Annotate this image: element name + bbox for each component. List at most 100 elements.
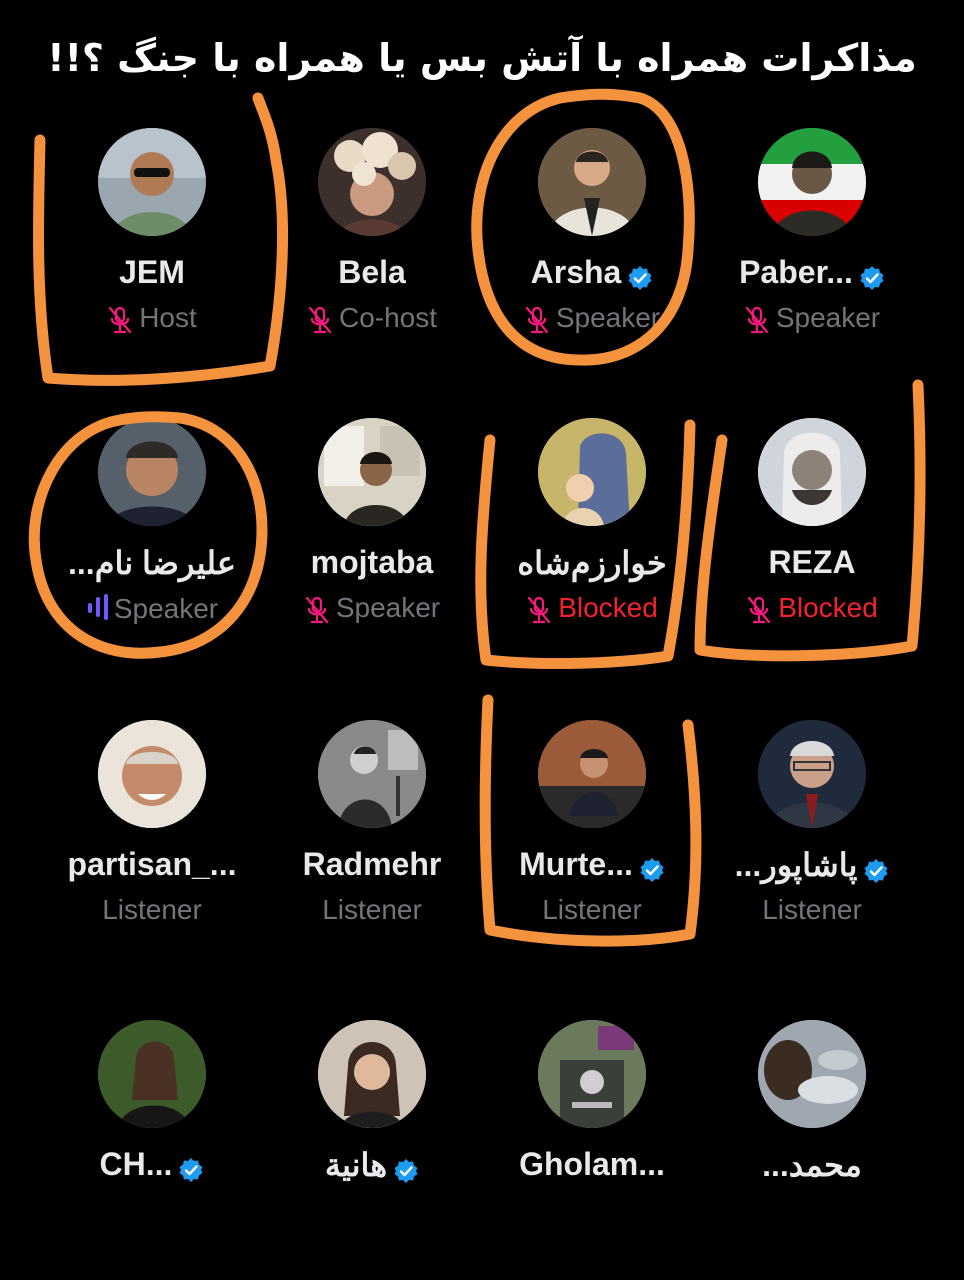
- avatar[interactable]: [318, 1020, 426, 1128]
- participant-name: Gholam...: [482, 1146, 702, 1183]
- avatar[interactable]: [98, 128, 206, 236]
- participant-role-text: Blocked: [778, 592, 878, 623]
- participant-role-text: Speaker: [335, 592, 441, 623]
- participant-card[interactable]: پاشاپور... Listener: [702, 720, 922, 980]
- verified-badge-icon: [393, 1155, 419, 1183]
- participant-card[interactable]: Murte... Listener: [482, 720, 702, 980]
- participant-name: mojtaba: [262, 544, 482, 581]
- participant-role-text: Listener: [102, 894, 202, 925]
- participant-name: پاشاپور...: [702, 846, 922, 884]
- participant-name-text: Radmehr: [302, 846, 442, 882]
- participant-card[interactable]: Bela Co-host: [262, 128, 482, 388]
- participant-card[interactable]: علیرضا نام... Speaker: [42, 418, 262, 678]
- participant-role-text: Listener: [322, 894, 422, 925]
- avatar[interactable]: [538, 128, 646, 236]
- avatar[interactable]: [758, 128, 866, 236]
- participant-role: Host: [42, 302, 262, 335]
- participant-name: Bela: [262, 254, 482, 291]
- participant-card[interactable]: mojtaba Speaker: [262, 418, 482, 678]
- participant-role: Co-host: [262, 302, 482, 335]
- participant-name-text: Bela: [338, 254, 406, 290]
- participant-name-text: Gholam...: [519, 1146, 665, 1182]
- participant-card[interactable]: Radmehr Listener: [262, 720, 482, 980]
- avatar[interactable]: [758, 720, 866, 828]
- mic-muted-icon: [746, 595, 772, 625]
- participant-role-text: Listener: [762, 894, 862, 925]
- participant-name-text: Arsha: [530, 254, 622, 290]
- participant-role: Listener: [702, 894, 922, 926]
- participant-name-text: REZA: [768, 544, 856, 580]
- participant-name: JEM: [42, 254, 262, 291]
- participant-card[interactable]: خوارزم‌شاه Blocked: [482, 418, 702, 678]
- avatar[interactable]: [98, 1020, 206, 1128]
- participant-name: محمد...: [702, 1146, 922, 1184]
- participant-role-text: Speaker: [555, 302, 661, 333]
- avatar[interactable]: [538, 720, 646, 828]
- participant-role: Listener: [262, 894, 482, 926]
- participant-role: Listener: [482, 894, 702, 926]
- participant-name-text: Murte...: [519, 846, 633, 882]
- participant-role: Blocked: [702, 592, 922, 625]
- participant-name: Murte...: [482, 846, 702, 883]
- mic-muted-icon: [307, 305, 333, 335]
- avatar[interactable]: [98, 418, 206, 526]
- participant-card[interactable]: REZA Blocked: [702, 418, 922, 678]
- participant-name: partisan_...: [42, 846, 262, 883]
- participant-role: Speaker: [42, 592, 262, 629]
- participant-card[interactable]: JEM Host: [42, 128, 262, 388]
- verified-badge-icon: [863, 855, 889, 883]
- verified-badge-icon: [178, 1154, 204, 1182]
- avatar[interactable]: [318, 720, 426, 828]
- participant-name-text: خوارزم‌شاه: [517, 545, 667, 581]
- avatar[interactable]: [538, 1020, 646, 1128]
- verified-badge-icon: [859, 262, 885, 290]
- participant-role-text: Speaker: [775, 302, 881, 333]
- participant-role-text: Speaker: [113, 592, 219, 624]
- participant-name: REZA: [702, 544, 922, 581]
- participant-name-text: محمد...: [762, 1147, 862, 1183]
- participant-name-text: mojtaba: [310, 544, 434, 580]
- mic-muted-icon: [107, 305, 133, 335]
- participant-name-text: پاشاپور...: [734, 847, 858, 883]
- mic-muted-icon: [526, 595, 552, 625]
- participant-name-text: علیرضا نام...: [68, 545, 236, 581]
- participant-name: علیرضا نام...: [42, 544, 262, 582]
- participant-name: CH...: [42, 1146, 262, 1183]
- participant-card[interactable]: هانیة: [262, 1020, 482, 1280]
- participant-role: Speaker: [482, 302, 702, 335]
- avatar[interactable]: [538, 418, 646, 526]
- participant-name-text: هانیة: [324, 1147, 388, 1183]
- participant-role: Listener: [42, 894, 262, 926]
- participant-role: Speaker: [262, 592, 482, 625]
- verified-badge-icon: [627, 262, 653, 290]
- mic-muted-icon: [744, 305, 770, 335]
- participant-role: Speaker: [702, 302, 922, 335]
- avatar[interactable]: [318, 128, 426, 236]
- participant-role-text: Listener: [542, 894, 642, 925]
- participant-name: خوارزم‌شاه: [482, 544, 702, 582]
- participant-name-text: CH...: [99, 1146, 173, 1182]
- participant-name-text: partisan_...: [67, 846, 237, 882]
- participant-card[interactable]: Arsha Speaker: [482, 128, 702, 388]
- speaking-bars-icon: [86, 592, 110, 629]
- avatar[interactable]: [98, 720, 206, 828]
- participant-card[interactable]: محمد...: [702, 1020, 922, 1280]
- avatar[interactable]: [758, 418, 866, 526]
- participant-card[interactable]: Gholam...: [482, 1020, 702, 1280]
- participant-name: Arsha: [482, 254, 702, 291]
- avatar[interactable]: [318, 418, 426, 526]
- participants-grid: JEM Host Bela Co-host Arsha Speaker Paber... Sp…: [0, 0, 964, 1200]
- participant-name: هانیة: [262, 1146, 482, 1184]
- mic-muted-icon: [304, 595, 330, 625]
- participant-name: Radmehr: [262, 846, 482, 883]
- avatar[interactable]: [758, 1020, 866, 1128]
- participant-name-text: Paber...: [739, 254, 853, 290]
- mic-muted-icon: [524, 305, 550, 335]
- participant-card[interactable]: CH...: [42, 1020, 262, 1280]
- participant-name-text: JEM: [119, 254, 185, 290]
- participant-card[interactable]: Paber... Speaker: [702, 128, 922, 388]
- participant-card[interactable]: partisan_... Listener: [42, 720, 262, 980]
- participant-role-text: Host: [139, 302, 197, 333]
- participant-role-text: Co-host: [338, 302, 438, 333]
- verified-badge-icon: [639, 854, 665, 882]
